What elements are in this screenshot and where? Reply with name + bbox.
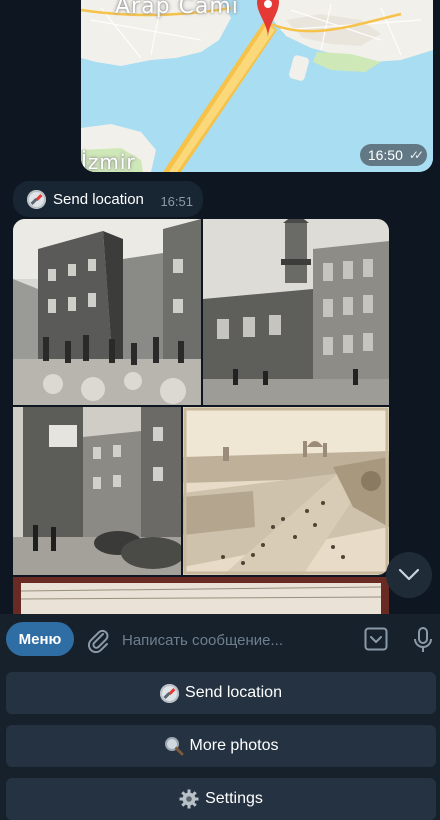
message-time: 16:50: [367, 147, 403, 163]
compass-icon: [160, 683, 180, 703]
attach-icon[interactable]: [86, 627, 110, 653]
photo-partial[interactable]: [13, 577, 389, 614]
read-checkmarks-icon: ✓✓: [408, 148, 424, 162]
photo-street-crowd[interactable]: [13, 219, 201, 405]
send-location-button[interactable]: Send location: [6, 672, 436, 714]
menu-button[interactable]: Меню: [6, 622, 74, 656]
keyboard-button-label: More photos: [189, 737, 279, 754]
compass-icon: [27, 189, 46, 209]
more-photos-button[interactable]: More photos: [6, 725, 436, 767]
photo-bridge-panorama[interactable]: [183, 407, 389, 575]
chevron-down-icon: [398, 568, 420, 581]
message-input[interactable]: [120, 626, 354, 654]
message-time: 16:51: [160, 194, 193, 209]
magnifier-icon: [164, 737, 184, 756]
settings-button[interactable]: Settings: [6, 778, 436, 820]
map-location-message[interactable]: Arap Cami İzmir 16:50 ✓✓: [81, 0, 433, 172]
scroll-to-bottom-button[interactable]: [386, 552, 432, 598]
keyboard-button-label: Settings: [205, 790, 263, 807]
bot-keyboard: Send location More photos Settings: [0, 664, 440, 820]
photo-mosque-building[interactable]: [203, 219, 389, 405]
message-time-pill: 16:50 ✓✓: [359, 144, 427, 166]
photo-street-cars[interactable]: [13, 407, 181, 575]
gear-icon: [179, 789, 199, 809]
map-label-arap-cami: Arap Cami: [115, 0, 239, 19]
message-input-bar: Меню: [0, 614, 440, 664]
message-text: Send location: [53, 190, 144, 208]
keyboard-button-label: Send location: [185, 684, 282, 701]
map-label-izmir: İzmir: [81, 150, 136, 172]
bot-keyboard-toggle-icon[interactable]: [364, 627, 388, 651]
send-location-message[interactable]: Send location 16:51: [13, 181, 203, 217]
microphone-icon[interactable]: [413, 626, 433, 654]
